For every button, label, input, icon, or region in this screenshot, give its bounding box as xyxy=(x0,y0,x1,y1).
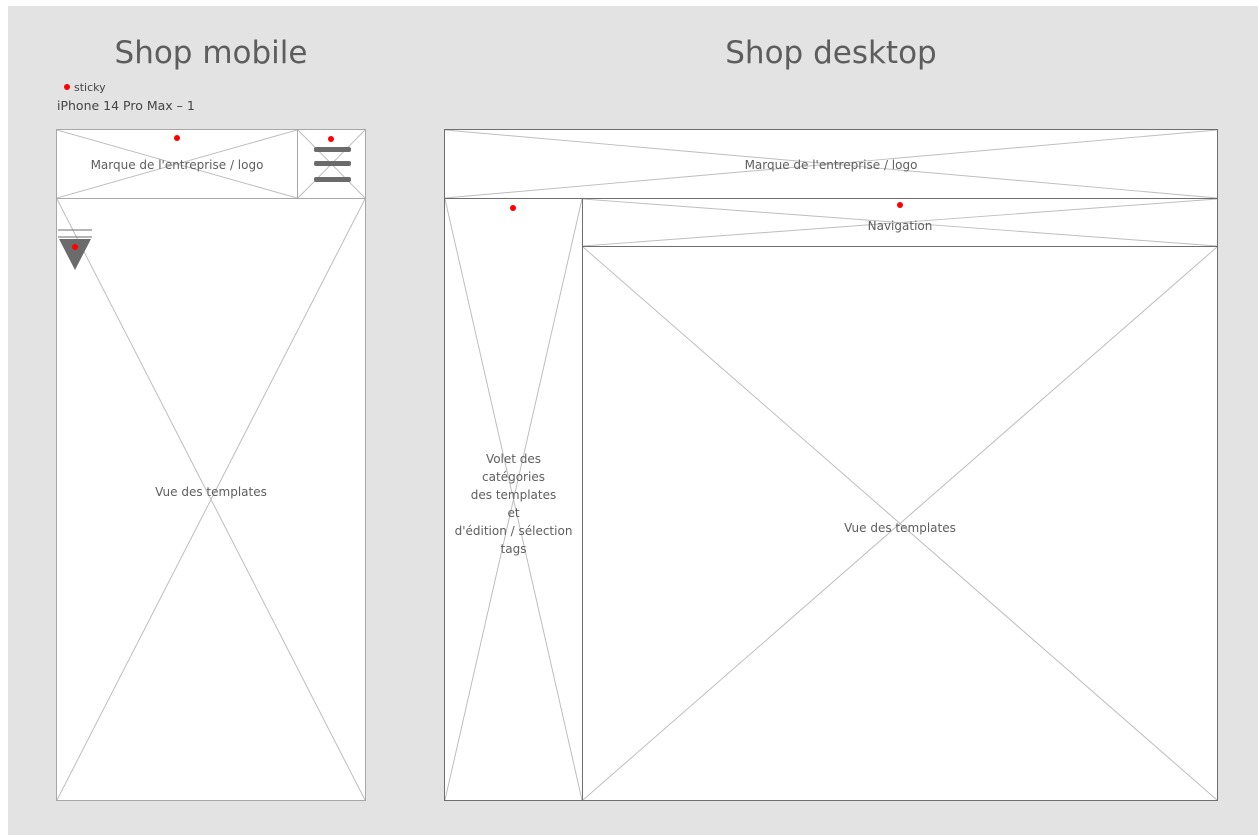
sidebar-text-line: catégories xyxy=(482,470,545,484)
desktop-navigation-text: Navigation xyxy=(867,219,933,233)
mobile-templates-view-text: Vue des templates xyxy=(155,485,267,499)
desktop-header-logo-text: Marque de l'entreprise / logo xyxy=(744,158,918,172)
sidebar-text-line: Volet des xyxy=(485,452,542,466)
desktop-sidebar-placeholder: Volet des catégories des templates et d'… xyxy=(444,198,583,801)
sidebar-text-line: des templates xyxy=(470,488,557,502)
sidebar-text-line: d'édition / sélection xyxy=(454,524,573,538)
desktop-frame-title: Shop desktop xyxy=(725,35,937,71)
sticky-marker-mobile-dropdown xyxy=(72,244,78,250)
triangle-down-icon[interactable] xyxy=(58,228,94,272)
mobile-frame-title: Shop mobile xyxy=(114,35,308,71)
legend-sticky-label: sticky xyxy=(74,81,106,94)
mobile-header-logo-text: Marque de l'entreprise / logo xyxy=(90,158,264,172)
sticky-marker-desktop-sidebar xyxy=(510,205,516,211)
mobile-templates-view-placeholder: Vue des templates xyxy=(56,198,366,801)
sidebar-text-line: et xyxy=(507,506,520,520)
sticky-marker-mobile-header xyxy=(174,135,180,141)
desktop-templates-view-text: Vue des templates xyxy=(844,521,956,535)
sticky-marker-mobile-menu xyxy=(328,136,334,142)
desktop-templates-view-placeholder: Vue des templates xyxy=(582,246,1218,801)
desktop-header-logo-placeholder: Marque de l'entreprise / logo xyxy=(444,129,1218,199)
legend-sticky-dot xyxy=(64,84,70,90)
desktop-sidebar-text: Volet des catégories des templates et d'… xyxy=(445,450,582,558)
device-label: iPhone 14 Pro Max – 1 xyxy=(57,98,195,113)
sidebar-text-line: tags xyxy=(500,542,527,556)
sticky-marker-desktop-navigation xyxy=(897,202,903,208)
